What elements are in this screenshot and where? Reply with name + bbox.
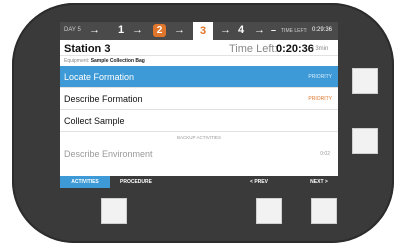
station-time-left-value: 0:20:36 [276,43,314,55]
tab-procedure[interactable]: PROCEDURE [120,176,164,188]
activity-label: Describe Formation [64,94,143,104]
step-2[interactable]: 2 [153,24,166,37]
station-time-total: / 3min [312,46,329,52]
hardware-button-bottom-left[interactable] [101,198,127,224]
step-1[interactable]: 1 [118,24,124,36]
step-4[interactable]: 4 [238,24,244,36]
arrow-right-icon: → [89,24,100,36]
hardware-button-right-top[interactable] [352,68,378,94]
priority-tag: PRIORITY [308,96,332,102]
bottom-nav-bar: ACTIVITIES PROCEDURE < PREV NEXT > [60,176,338,188]
station-time-left-label: Time Left: [229,43,278,55]
hardware-button-bottom-right[interactable] [311,198,337,224]
equipment-value: Sample Collection Bag [90,58,145,64]
backup-activity-duration: 0:02 [320,151,330,157]
step-3-current[interactable]: 3 [193,22,213,40]
backup-activities-divider: BACKUP ACTIVITIES [177,135,221,140]
activity-item-collect-sample[interactable]: Collect Sample [60,110,338,132]
backup-activity-describe-environment[interactable]: Describe Environment 0:02 [60,143,338,165]
hardware-button-bottom-middle[interactable] [256,198,282,224]
step-progress-bar: DAY 5 → 1 → 2 → 3 → 4 → – TIME LEFT: 0:2… [60,22,338,40]
activity-item-locate-formation[interactable]: Locate Formation PRIORITY [60,66,338,88]
arrow-right-icon: → [174,24,185,36]
day-label: DAY 5 [64,27,81,33]
backup-activity-label: Describe Environment [64,149,153,159]
total-time-left-value: 0:29:36 [312,27,333,33]
activity-item-describe-formation[interactable]: Describe Formation PRIORITY [60,88,338,110]
activity-label: Collect Sample [64,116,125,126]
equipment-line: Equipment: Sample Collection Bag [60,55,338,66]
arrow-right-icon: → [254,24,265,36]
arrow-right-icon: → [220,24,231,36]
prev-button[interactable]: < PREV [246,176,272,188]
tab-activities[interactable]: ACTIVITIES [60,176,110,188]
arrow-right-icon: → [132,24,143,36]
display-screen: DAY 5 → 1 → 2 → 3 → 4 → – TIME LEFT: 0:2… [60,22,338,188]
station-title: Station 3 [64,43,111,55]
equipment-label: Equipment: [64,58,90,64]
step-5[interactable]: – [271,25,276,35]
hardware-button-right-bottom[interactable] [352,128,378,154]
activity-label: Locate Formation [64,72,135,82]
next-button[interactable]: NEXT > [304,176,334,188]
total-time-left-label: TIME LEFT: [281,28,308,34]
priority-tag: PRIORITY [308,74,332,80]
